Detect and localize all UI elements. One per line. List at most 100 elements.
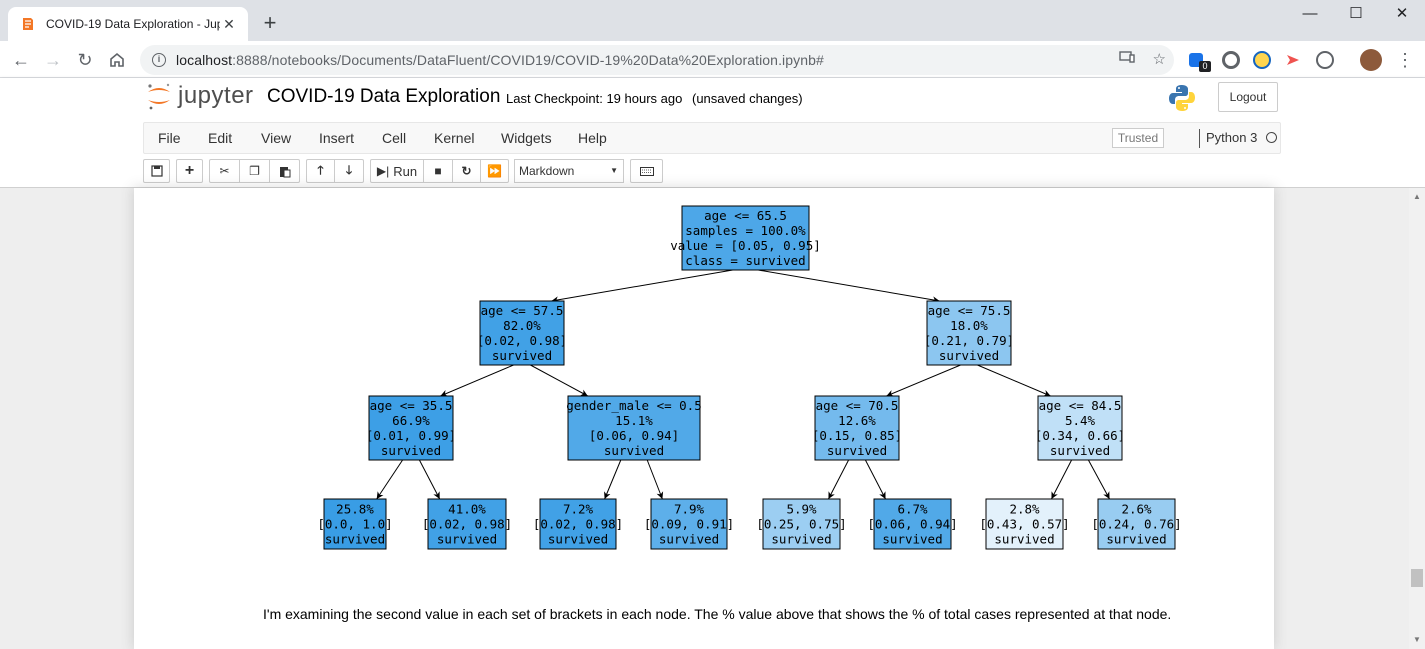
tree-edge xyxy=(758,269,940,304)
tree-split-node: age <= 35.566.9%[0.01, 0.99]survived xyxy=(366,395,456,461)
jupyter-header: jupyter COVID-19 Data Exploration Last C… xyxy=(0,78,1425,188)
tree-node-label: 2.8% xyxy=(1009,502,1040,517)
checkpoint-status: Last Checkpoint: 19 hours ago xyxy=(506,91,683,106)
tree-node-label: 5.9% xyxy=(786,502,817,517)
cell-type-select[interactable]: Markdown ▼ xyxy=(514,159,624,183)
tree-node-label: survived xyxy=(381,443,441,458)
tree-node-label: [0.15, 0.85] xyxy=(812,428,902,443)
tree-node-label: survived xyxy=(882,532,942,547)
extension-circle-icon[interactable] xyxy=(1222,51,1240,69)
copy-icon[interactable]: ❐ xyxy=(240,159,270,183)
notebook-name[interactable]: COVID-19 Data Exploration xyxy=(267,86,500,108)
autosave-status: (unsaved changes) xyxy=(692,91,803,106)
save-icon[interactable] xyxy=(143,159,170,183)
tree-node-label: age <= 84.5 xyxy=(1039,398,1122,413)
close-window-icon[interactable]: ✕ xyxy=(1379,0,1425,30)
chevron-down-icon: ▼ xyxy=(610,166,618,175)
tree-node-label: [0.25, 0.75] xyxy=(756,517,846,532)
menu-edit[interactable]: Edit xyxy=(208,130,232,146)
reload-icon[interactable]: ↻ xyxy=(72,47,98,73)
menu-widgets[interactable]: Widgets xyxy=(501,130,552,146)
tree-node-label: age <= 35.5 xyxy=(370,398,453,413)
page-scrollbar[interactable]: ▲ ▼ xyxy=(1409,188,1425,649)
tab-title: COVID-19 Data Exploration - Jup xyxy=(46,17,220,31)
run-button[interactable]: ▶| Run xyxy=(370,159,424,183)
tree-split-node: age <= 65.5samples = 100.0%value = [0.05… xyxy=(670,205,821,271)
menu-cell[interactable]: Cell xyxy=(382,130,406,146)
address-bar[interactable]: i localhost:8888/notebooks/Documents/Dat… xyxy=(140,45,1174,75)
restart-icon[interactable]: ↻ xyxy=(453,159,481,183)
browser-tab[interactable]: COVID-19 Data Exploration - Jup ✕ xyxy=(8,7,248,41)
extension-g-icon[interactable] xyxy=(1316,51,1334,69)
cast-icon[interactable] xyxy=(1118,50,1135,68)
tree-leaf-node: 2.8%[0.43, 0.57]survived xyxy=(979,498,1070,550)
scroll-up-icon[interactable]: ▲ xyxy=(1413,192,1421,201)
jupyter-logo-icon xyxy=(148,83,170,110)
tree-edge xyxy=(1087,459,1110,500)
forward-icon[interactable]: → xyxy=(40,47,66,73)
maximize-icon[interactable]: ☐ xyxy=(1333,0,1379,30)
scroll-down-icon[interactable]: ▼ xyxy=(1413,635,1421,644)
notebook-favicon-icon xyxy=(20,16,36,32)
notebook-page: age <= 65.5 samples = 100.0% value = [0.05… xyxy=(134,188,1274,649)
trusted-indicator[interactable]: Trusted xyxy=(1112,128,1164,148)
tab-close-icon[interactable]: ✕ xyxy=(220,15,238,33)
menu-help[interactable]: Help xyxy=(578,130,607,146)
tree-node-label: [0.0, 1.0] xyxy=(317,517,392,532)
menu-kernel[interactable]: Kernel xyxy=(434,130,474,146)
tree-node-label: survived xyxy=(548,532,608,547)
tree-leaf-node: 7.2%[0.02, 0.98]survived xyxy=(533,498,623,550)
extension-arrow-icon[interactable] xyxy=(1284,51,1302,69)
tree-split-node: gender_male <= 0.515.1%[0.06, 0.94]survi… xyxy=(566,395,702,461)
tree-node-label: survived xyxy=(994,532,1054,547)
notebook-menubar: File Edit View Insert Cell Kernel Widget… xyxy=(143,122,1281,154)
tree-node-label: [0.09, 0.91] xyxy=(644,517,734,532)
tree-node-label: 12.6% xyxy=(838,413,876,428)
command-palette-icon[interactable] xyxy=(630,159,663,183)
kernel-name[interactable]: Python 3 xyxy=(1206,130,1257,145)
menu-file[interactable]: File xyxy=(158,130,181,146)
jupyter-logo[interactable]: jupyter xyxy=(146,81,254,111)
tree-node-label: 7.2% xyxy=(563,502,594,517)
new-tab-icon[interactable]: + xyxy=(258,12,282,36)
extension-glasses-icon[interactable] xyxy=(1253,51,1271,69)
tree-node-label: 5.4% xyxy=(1065,413,1096,428)
tree-node-label: [0.06, 0.94] xyxy=(589,428,679,443)
tree-edge xyxy=(1051,459,1073,500)
scroll-thumb[interactable] xyxy=(1411,569,1423,587)
tree-edge xyxy=(418,459,441,500)
profile-avatar[interactable] xyxy=(1360,49,1382,71)
insert-cell-icon[interactable]: + xyxy=(176,159,203,183)
menu-insert[interactable]: Insert xyxy=(319,130,354,146)
back-icon[interactable]: ← xyxy=(8,47,34,73)
bookmark-star-icon[interactable]: ☆ xyxy=(1153,50,1166,68)
site-info-icon[interactable]: i xyxy=(152,53,166,67)
markdown-cell-text[interactable]: I'm examining the second value in each s… xyxy=(263,606,1171,622)
python-logo-icon xyxy=(1167,83,1197,113)
cut-icon[interactable]: ✂ xyxy=(209,159,240,183)
run-label: Run xyxy=(393,163,418,179)
tree-leaf-node: 41.0%[0.02, 0.98]survived xyxy=(422,498,512,550)
tree-edge xyxy=(551,269,733,304)
move-down-icon[interactable]: 🡓 xyxy=(335,159,364,183)
cell-type-value: Markdown xyxy=(519,164,575,178)
tree-edge xyxy=(886,364,961,397)
tree-node-label: age <= 57.5 xyxy=(481,303,564,318)
tree-node-label: survived xyxy=(939,348,999,363)
logout-button[interactable]: Logout xyxy=(1218,82,1278,112)
menu-kebab-icon[interactable]: ⋮ xyxy=(1392,47,1418,73)
tree-node-label: 41.0% xyxy=(448,502,486,517)
minimize-icon[interactable]: — xyxy=(1287,0,1333,30)
tree-node-label: 2.6% xyxy=(1121,502,1152,517)
paste-icon[interactable] xyxy=(270,159,300,183)
tree-node-label: survived xyxy=(492,348,552,363)
tree-node-label: 18.0% xyxy=(950,318,988,333)
tree-node-label: samples = 100.0% xyxy=(685,223,806,238)
interrupt-icon[interactable]: ■ xyxy=(424,159,453,183)
tree-node-label: 7.9% xyxy=(674,502,705,517)
tree-node-label: survived xyxy=(325,532,385,547)
restart-run-all-icon[interactable]: ⏩ xyxy=(481,159,509,183)
move-up-icon[interactable]: 🡑 xyxy=(306,159,335,183)
home-icon[interactable] xyxy=(104,47,130,73)
menu-view[interactable]: View xyxy=(261,130,291,146)
